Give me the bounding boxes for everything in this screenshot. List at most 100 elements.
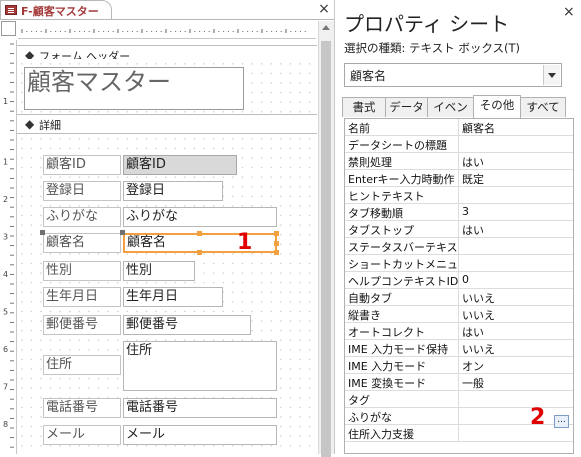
document-tab-label: F-顧客マスター [21, 5, 99, 18]
field-control-registration-date[interactable]: 登録日 [123, 181, 223, 201]
property-name: 縦書き [348, 309, 381, 322]
column-divider [458, 238, 459, 255]
property-grid: 名前 顧客名 データシートの標題 禁則処理 はい Enterキー入力時動作 既定 ヒントテキス… [344, 118, 574, 454]
field-label-address[interactable]: 住所 [43, 355, 121, 375]
property-row[interactable]: 名前 顧客名 [345, 119, 573, 136]
object-selector-dropdown[interactable]: 顧客名 [344, 63, 562, 87]
field-control-furigana[interactable]: ふりがな [123, 207, 277, 227]
property-name: ショートカットメニューバー [348, 258, 458, 271]
property-row[interactable]: IME 入力モード オン [345, 357, 573, 374]
property-name: ヒントテキスト [348, 190, 425, 203]
property-name: IME 入力モード保持 [348, 343, 449, 356]
resize-handle[interactable] [274, 241, 279, 246]
field-label-customer-name[interactable]: 顧客名 [43, 233, 121, 253]
field-control-address[interactable]: 住所 [123, 341, 277, 391]
close-icon[interactable]: × [317, 1, 331, 17]
property-row[interactable]: ヒントテキスト [345, 187, 573, 204]
field-label-gender[interactable]: 性別 [43, 261, 121, 281]
column-divider [458, 272, 459, 289]
form-design-pane: F-顧客マスター × 1123456789 ◆ フォーム ヘッダー 顧客マスター… [0, 0, 334, 457]
property-value[interactable]: いいえ [462, 307, 495, 323]
property-row[interactable]: IME 入力モード保持 いいえ [345, 340, 573, 357]
ruler-number: 6 [3, 345, 8, 354]
field-label-email[interactable]: メール [43, 425, 121, 445]
resize-handle[interactable] [197, 250, 202, 255]
form-title-label[interactable]: 顧客マスター [24, 67, 244, 110]
field-label-customer-id[interactable]: 顧客ID [43, 155, 121, 175]
builder-button[interactable]: ... [554, 415, 569, 428]
property-value[interactable]: 一般 [462, 375, 484, 391]
property-row[interactable]: オートコレクト はい [345, 323, 573, 340]
property-tabs: 書式 データ イベント その他 すべて [342, 95, 576, 133]
column-divider [458, 136, 459, 153]
property-name: オートコレクト [348, 326, 425, 339]
property-value[interactable]: 3 [462, 205, 469, 218]
property-value[interactable]: 0 [462, 273, 469, 286]
scroll-thumb[interactable] [321, 41, 331, 457]
tab-format[interactable]: 書式 [342, 97, 386, 117]
scroll-up-icon[interactable] [322, 25, 330, 30]
property-value[interactable]: はい [462, 222, 484, 238]
resize-handle[interactable] [40, 230, 45, 235]
resize-handle[interactable] [274, 231, 279, 236]
field-control-customer-id[interactable]: 顧客ID [123, 155, 237, 175]
property-value[interactable]: いいえ [462, 290, 495, 306]
detail-bar[interactable]: ◆ 詳細 [17, 114, 317, 134]
property-row[interactable]: タブ移動順 3 [345, 204, 573, 221]
property-name: ヘルプコンテキストID [348, 275, 458, 288]
property-value[interactable]: 既定 [462, 171, 484, 187]
close-icon[interactable]: × [563, 4, 575, 20]
column-divider [458, 425, 459, 442]
field-control-phone[interactable]: 電話番号 [123, 398, 277, 418]
property-value[interactable]: 顧客名 [462, 120, 495, 136]
property-name: 禁則処理 [348, 156, 392, 169]
tab-other[interactable]: その他 [473, 95, 521, 118]
document-tab[interactable]: F-顧客マスター [0, 0, 112, 19]
field-label-phone[interactable]: 電話番号 [43, 398, 121, 418]
column-divider [458, 408, 459, 425]
property-row[interactable]: Enterキー入力時動作 既定 [345, 170, 573, 187]
column-divider [458, 204, 459, 221]
chevron-down-icon[interactable] [543, 65, 560, 85]
field-control-postal-code[interactable]: 郵便番号 [123, 315, 251, 335]
ruler-number: 4 [3, 270, 8, 279]
property-value[interactable]: はい [462, 324, 484, 340]
property-row[interactable]: IME 変換モード 一般 [345, 374, 573, 391]
property-name: ステータスバーテキスト [348, 241, 458, 254]
field-control-birthdate[interactable]: 生年月日 [123, 287, 223, 307]
field-label-registration-date[interactable]: 登録日 [43, 181, 121, 201]
property-row[interactable]: データシートの標題 [345, 136, 573, 153]
column-divider [458, 187, 459, 204]
tab-data[interactable]: データ [385, 97, 428, 117]
tab-event[interactable]: イベント [427, 97, 474, 133]
property-name: Enterキー入力時動作 [348, 173, 455, 186]
property-row[interactable]: タブストップ はい [345, 221, 573, 238]
property-row[interactable]: ショートカットメニューバー [345, 255, 573, 272]
tab-all[interactable]: すべて [520, 97, 566, 117]
detail-label: 詳細 [39, 119, 61, 132]
property-row[interactable]: ステータスバーテキスト [345, 238, 573, 255]
property-value[interactable]: はい [462, 154, 484, 170]
vertical-ruler: 1123456789 [0, 40, 17, 454]
property-value[interactable]: オン [462, 358, 484, 374]
ruler-number: 1 [3, 158, 8, 167]
resize-handle[interactable] [274, 250, 279, 255]
property-row[interactable]: 禁則処理 はい [345, 153, 573, 170]
property-row[interactable]: 自動タブ いいえ [345, 289, 573, 306]
vertical-scrollbar[interactable] [318, 21, 334, 457]
field-control-gender[interactable]: 性別 [123, 261, 195, 281]
horizontal-ruler [18, 21, 316, 39]
field-control-email[interactable]: メール [123, 425, 277, 445]
resize-handle[interactable] [197, 231, 202, 236]
property-row[interactable]: 縦書き いいえ [345, 306, 573, 323]
field-label-birthdate[interactable]: 生年月日 [43, 287, 121, 307]
property-row[interactable]: ヘルプコンテキストID 0 [345, 272, 573, 289]
form-selector[interactable] [1, 21, 16, 36]
move-handle[interactable] [120, 230, 125, 235]
property-name: ふりがな [348, 411, 392, 424]
field-label-furigana[interactable]: ふりがな [43, 207, 121, 227]
form-icon [5, 5, 17, 15]
property-value[interactable]: いいえ [462, 341, 495, 357]
field-label-postal-code[interactable]: 郵便番号 [43, 315, 121, 335]
ruler-number: 8 [3, 420, 8, 429]
